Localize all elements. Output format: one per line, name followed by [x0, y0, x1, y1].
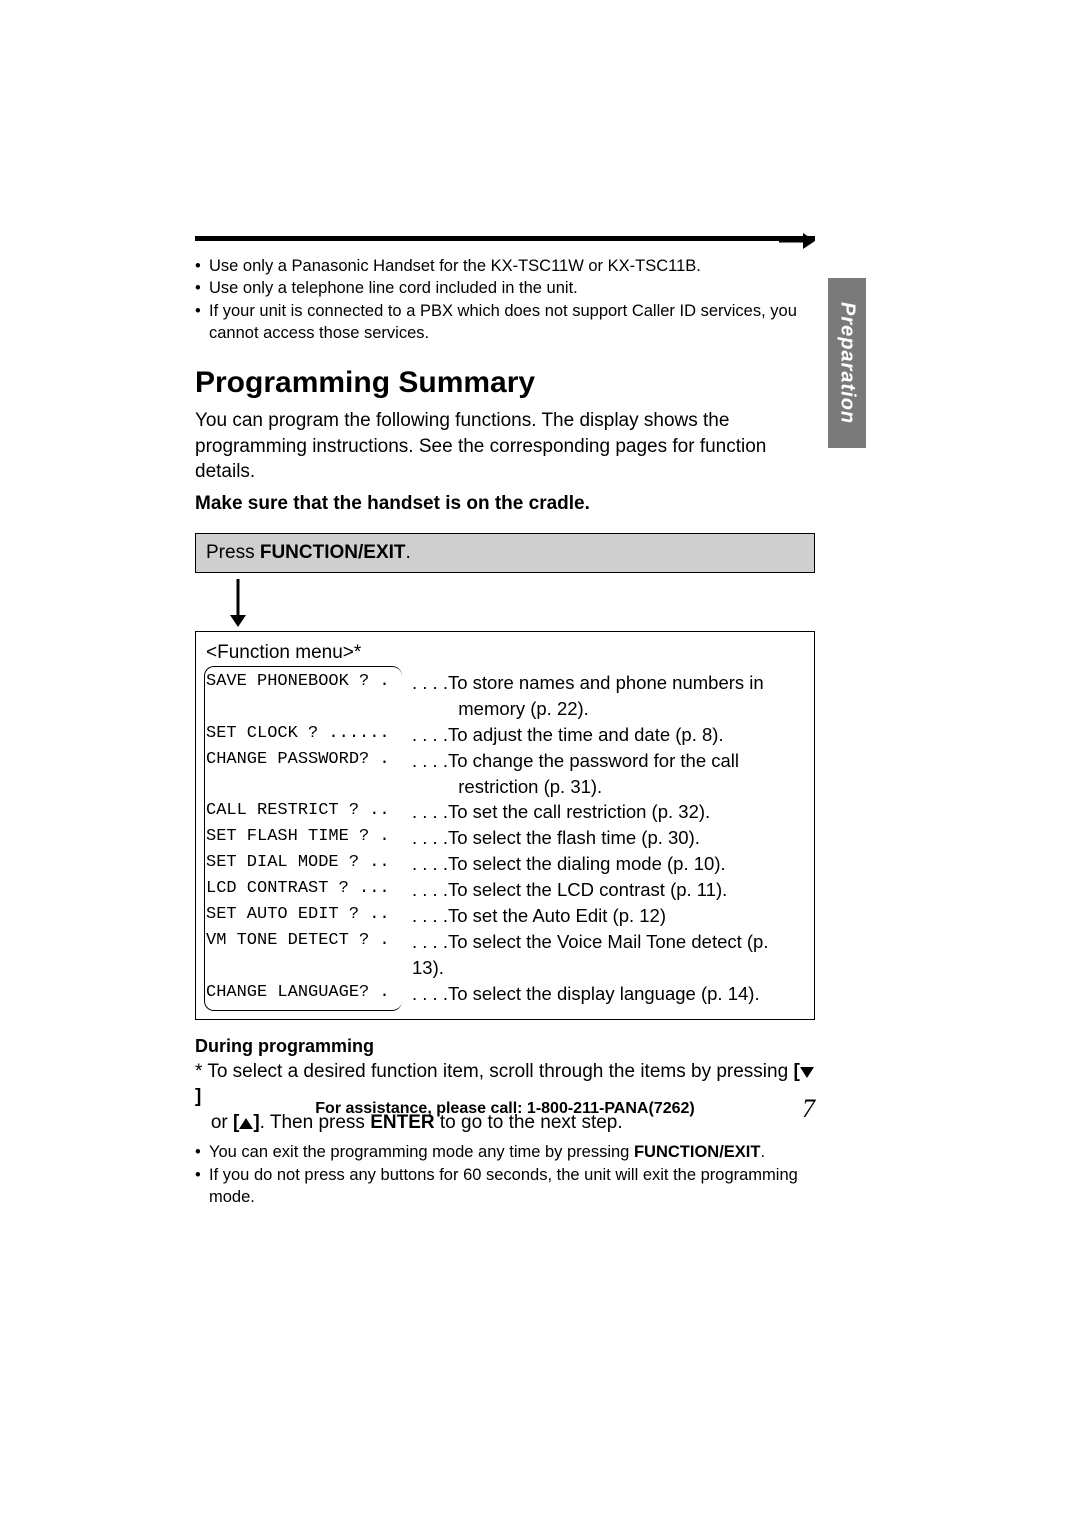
menu-lcd-text: VM TONE DETECT ? . [206, 929, 412, 981]
press-function-box: Press FUNCTION/EXIT. [195, 533, 815, 573]
menu-item: VM TONE DETECT ? .. . . .To select the V… [206, 929, 804, 981]
menu-lcd-text: SET FLASH TIME ? . [206, 825, 412, 851]
function-menu-title: <Function menu>* [206, 642, 804, 664]
menu-desc-text: . . . .To adjust the time and date (p. 8… [412, 722, 724, 748]
menu-lcd-text: SET DIAL MODE ? .. [206, 851, 412, 877]
during-bullet-notes: •You can exit the programming mode any t… [195, 1141, 815, 1208]
menu-lcd-text: SAVE PHONEBOOK ? . [206, 670, 412, 722]
menu-item: LCD CONTRAST ? .... . . .To select the L… [206, 877, 804, 903]
menu-desc-text: . . . .To change the password for the ca… [412, 748, 739, 800]
press-suffix: . [406, 542, 411, 563]
note-text: If your unit is connected to a PBX which… [209, 300, 815, 345]
menu-lcd-text: CHANGE PASSWORD? . [206, 748, 412, 800]
menu-item: SET AUTO EDIT ? ... . . .To set the Auto… [206, 903, 804, 929]
menu-desc-text: . . . .To set the Auto Edit (p. 12) [412, 903, 666, 929]
divider [195, 236, 815, 241]
menu-desc-text: . . . .To select the dialing mode (p. 10… [412, 851, 726, 877]
press-button-label: FUNCTION/EXIT [260, 542, 406, 563]
press-prefix: Press [206, 542, 260, 563]
cradle-instruction: Make sure that the handset is on the cra… [195, 493, 815, 515]
note-text: Use only a Panasonic Handset for the KX-… [209, 255, 701, 277]
menu-lcd-text: CALL RESTRICT ? .. [206, 799, 412, 825]
menu-desc-text: . . . .To select the display language (p… [412, 981, 760, 1007]
intro-text: You can program the following functions.… [195, 408, 815, 485]
menu-item: SET FLASH TIME ? .. . . .To select the f… [206, 825, 804, 851]
note-text: If you do not press any buttons for 60 s… [209, 1164, 815, 1209]
menu-desc-text: . . . .To set the call restriction (p. 3… [412, 799, 710, 825]
down-arrow-icon [229, 579, 815, 627]
note-text: You can exit the programming mode any ti… [209, 1141, 765, 1163]
menu-item: SAVE PHONEBOOK ? .. . . .To store names … [206, 670, 804, 722]
section-tab-preparation: Preparation [828, 278, 866, 448]
function-menu-box: <Function menu>* SAVE PHONEBOOK ? .. . .… [195, 631, 815, 1020]
page-footer: For assistance, please call: 1-800-211-P… [195, 1100, 815, 1118]
page-title: Programming Summary [195, 366, 815, 400]
up-triangle-icon [239, 1118, 253, 1129]
note-text: Use only a telephone line cord included … [209, 277, 578, 299]
menu-lcd-text: LCD CONTRAST ? ... [206, 877, 412, 903]
during-note-scroll: * To select a desired function item, scr… [195, 1059, 815, 1136]
down-triangle-icon [800, 1067, 814, 1078]
menu-item: CALL RESTRICT ? ... . . .To set the call… [206, 799, 804, 825]
top-notes: •Use only a Panasonic Handset for the KX… [195, 255, 815, 344]
menu-lcd-text: SET AUTO EDIT ? .. [206, 903, 412, 929]
menu-item: CHANGE LANGUAGE? .. . . .To select the d… [206, 981, 804, 1007]
menu-desc-text: . . . .To select the flash time (p. 30). [412, 825, 700, 851]
text-fragment: * To select a desired function item, scr… [195, 1061, 793, 1082]
menu-desc-text: . . . .To select the Voice Mail Tone det… [412, 929, 804, 981]
assistance-phone: For assistance, please call: 1-800-211-P… [315, 1100, 694, 1117]
menu-lcd-text: CHANGE LANGUAGE? . [206, 981, 412, 1007]
menu-item: SET CLOCK ? ....... . . .To adjust the t… [206, 722, 804, 748]
menu-desc-text: . . . .To store names and phone numbers … [412, 670, 764, 722]
menu-lcd-text: SET CLOCK ? ...... [206, 722, 412, 748]
page-number: 7 [802, 1094, 815, 1124]
menu-desc-text: . . . .To select the LCD contrast (p. 11… [412, 877, 727, 903]
during-programming-heading: During programming [195, 1036, 815, 1057]
function-menu-list: SAVE PHONEBOOK ? .. . . .To store names … [206, 670, 804, 1007]
menu-item: CHANGE PASSWORD? .. . . .To change the p… [206, 748, 804, 800]
page-content: •Use only a Panasonic Handset for the KX… [195, 236, 815, 1208]
continue-arrow-icon [779, 228, 815, 256]
menu-item: SET DIAL MODE ? ... . . .To select the d… [206, 851, 804, 877]
